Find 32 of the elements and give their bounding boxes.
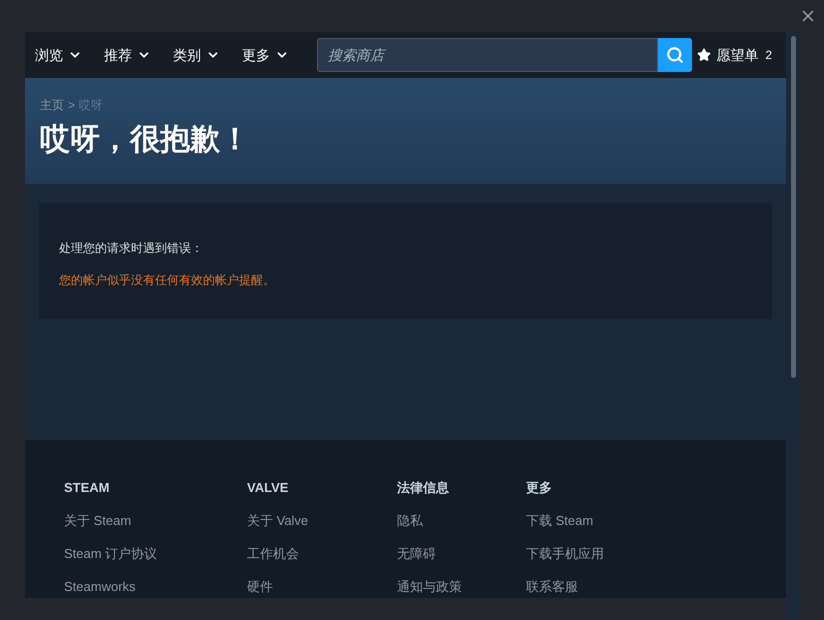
footer-heading: VALVE: [247, 480, 290, 496]
nav-menu[interactable]: 推荐: [104, 44, 151, 66]
wishlist-button[interactable]: 愿望单 2: [697, 44, 772, 66]
search-icon: [666, 46, 684, 64]
footer-heading: 法律信息: [397, 480, 450, 496]
footer-link[interactable]: 硬件: [247, 579, 397, 595]
footer-link[interactable]: Steamworks: [64, 579, 247, 595]
nav-menu[interactable]: 浏览: [35, 44, 82, 66]
footer-link[interactable]: 通知与政策: [397, 579, 526, 595]
error-message: 您的帐户似乎没有任何有效的帐户提醒。: [59, 272, 276, 289]
error-heading: 处理您的请求时遇到错误：: [59, 240, 204, 257]
footer-heading: STEAM: [64, 480, 110, 496]
footer-link[interactable]: 下载 Steam: [526, 513, 646, 529]
search-field[interactable]: 搜索商店: [317, 38, 658, 72]
footer-heading: 更多: [526, 480, 553, 496]
nav-menu[interactable]: 更多: [242, 44, 289, 66]
footer-link[interactable]: Steam 订户协议: [64, 546, 247, 562]
breadcrumb-separator: >: [68, 97, 76, 114]
footer-link[interactable]: 下载手机应用: [526, 546, 646, 562]
breadcrumb-link[interactable]: 主页: [40, 96, 64, 114]
star-icon: [697, 48, 712, 62]
footer-link[interactable]: 无障碍: [397, 546, 526, 562]
footer-link[interactable]: 联系客服: [526, 579, 646, 595]
page-title: 哎呀，很抱歉！: [40, 122, 251, 158]
wishlist-count: 2: [765, 47, 772, 64]
nav-menu[interactable]: 类别: [173, 44, 220, 66]
search-button[interactable]: [658, 38, 692, 72]
scrollbar-thumb[interactable]: [790, 36, 796, 378]
footer-link[interactable]: 工作机会: [247, 546, 397, 562]
footer-link[interactable]: 关于 Valve: [247, 513, 397, 529]
footer-link[interactable]: 关于 Steam: [64, 513, 247, 529]
footer-link[interactable]: 隐私: [397, 513, 526, 529]
